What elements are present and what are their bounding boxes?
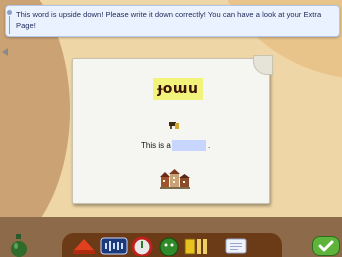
- answer-input[interactable]: [172, 140, 206, 151]
- green-character-icon[interactable]: [158, 236, 180, 256]
- hint-hammer-icon[interactable]: [168, 120, 180, 130]
- ruler-tool-icon[interactable]: [184, 236, 210, 256]
- sentence-prefix: This is a: [141, 141, 171, 150]
- banner-pin-icon: [7, 10, 12, 15]
- banner-edge-line: [9, 16, 10, 34]
- town-buildings-picture: [160, 169, 190, 189]
- upside-down-word-box: ɟoɯu: [153, 78, 203, 100]
- confirm-button[interactable]: [312, 236, 340, 256]
- arrow-left-icon[interactable]: [2, 48, 8, 56]
- sound-display-icon[interactable]: [100, 236, 128, 256]
- sentence-suffix: .: [208, 141, 211, 150]
- instruction-text: This word is upside down! Please write i…: [16, 10, 322, 30]
- checkmark-icon: [318, 240, 334, 252]
- paper-corner-curl: [253, 55, 273, 75]
- red-cap-icon[interactable]: [72, 236, 96, 256]
- instruction-banner: This word is upside down! Please write i…: [5, 5, 340, 37]
- bottle-icon[interactable]: [9, 234, 29, 257]
- exercise-screen: This word is upside down! Please write i…: [0, 0, 342, 257]
- red-gauge-icon[interactable]: [130, 236, 154, 256]
- upside-down-word: ɟoɯu: [157, 81, 199, 97]
- notepad-icon[interactable]: [224, 236, 248, 256]
